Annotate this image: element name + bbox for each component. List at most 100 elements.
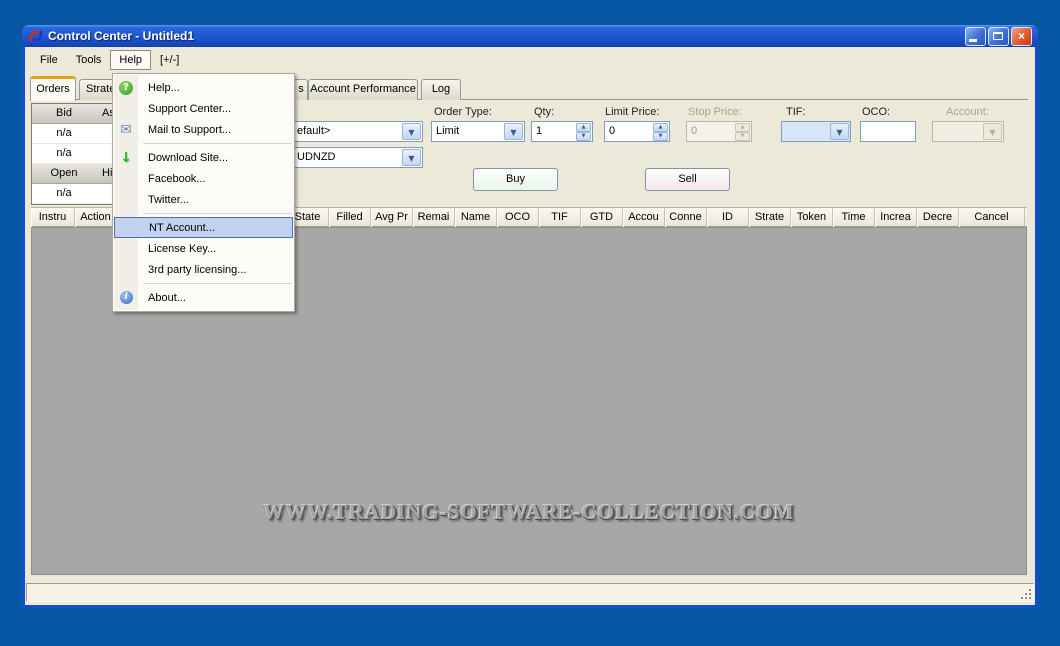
- menubar-item-tools[interactable]: Tools: [67, 50, 111, 70]
- chevron-down-icon[interactable]: ▼: [402, 123, 421, 140]
- limit-price-value: 0: [609, 125, 615, 137]
- column-header-id[interactable]: ID: [707, 208, 749, 227]
- menu-item-label: Facebook...: [148, 173, 205, 185]
- chevron-down-icon[interactable]: ▼: [504, 123, 523, 140]
- tab-account-performance[interactable]: Account Performance: [308, 79, 418, 100]
- qty-input[interactable]: 1 ▲ ▼: [531, 121, 593, 142]
- buy-button[interactable]: Buy: [473, 168, 558, 191]
- menubar-item-help[interactable]: Help: [110, 50, 151, 70]
- help-menu: ?Help... Support Center... ✉Mail to Suppor…: [112, 73, 295, 312]
- menubar-item-file[interactable]: File: [31, 50, 67, 70]
- column-header-accou[interactable]: Accou: [623, 208, 665, 227]
- tab-s[interactable]: s: [294, 79, 308, 100]
- stop-price-label: Stop Price:: [688, 106, 742, 118]
- title-bar[interactable]: Control Center - Untitled1 ×: [22, 25, 1038, 47]
- app-icon: [28, 28, 44, 44]
- window-controls: ×: [965, 27, 1034, 46]
- sell-button[interactable]: Sell: [645, 168, 730, 191]
- spinner-down-icon: ▼: [735, 132, 750, 141]
- stop-price-spinner: ▲ ▼: [735, 123, 750, 140]
- column-header-filled[interactable]: Filled: [329, 208, 371, 227]
- column-header-conne[interactable]: Conne: [665, 208, 707, 227]
- limit-price-input[interactable]: 0 ▲ ▼: [604, 121, 670, 142]
- menu-item-label: Mail to Support...: [148, 124, 231, 136]
- tif-label: TIF:: [786, 106, 806, 118]
- column-header-name[interactable]: Name: [455, 208, 497, 227]
- menu-item-label: License Key...: [148, 243, 216, 255]
- info-icon: i: [118, 290, 134, 306]
- maximize-button[interactable]: [988, 27, 1009, 46]
- instrument-list-combo[interactable]: efault> ▼: [292, 121, 423, 142]
- order-type-select[interactable]: Limit ▼: [431, 121, 525, 142]
- tab-log[interactable]: Log: [421, 79, 461, 100]
- menu-item-nt-account[interactable]: NT Account...: [114, 217, 293, 238]
- menubar: FileToolsHelp[+/-]: [25, 47, 1035, 73]
- column-header-increa[interactable]: Increa: [875, 208, 917, 227]
- close-button[interactable]: ×: [1011, 27, 1032, 46]
- market-grid-cell: n/a: [32, 124, 96, 143]
- column-header-oco[interactable]: OCO: [497, 208, 539, 227]
- menu-separator: [143, 213, 292, 214]
- column-header-gtd[interactable]: GTD: [581, 208, 623, 227]
- watermark: WWW.TRADING-SOFTWARE-COLLECTION.COM: [32, 500, 1026, 525]
- minimize-button[interactable]: [965, 27, 986, 46]
- resize-grip[interactable]: [1019, 587, 1031, 599]
- column-header-tif[interactable]: TIF: [539, 208, 581, 227]
- menu-item-download-site[interactable]: ↓Download Site...: [114, 147, 293, 168]
- column-header-token[interactable]: Token: [791, 208, 833, 227]
- column-header-avg-pr[interactable]: Avg Pr: [371, 208, 413, 227]
- instrument-value: UDNZD: [297, 151, 336, 163]
- column-header-remai[interactable]: Remai: [413, 208, 455, 227]
- market-grid-cell: Open: [32, 164, 96, 183]
- spinner-up-icon[interactable]: ▲: [653, 123, 668, 132]
- desktop: Control Center - Untitled1 × FileToolsHe…: [0, 0, 1060, 646]
- qty-label: Qty:: [534, 106, 554, 118]
- tab-orders[interactable]: Orders: [30, 76, 76, 101]
- order-type-label: Order Type:: [434, 106, 492, 118]
- chevron-down-icon[interactable]: ▼: [830, 123, 849, 140]
- qty-spinner: ▲ ▼: [576, 123, 591, 140]
- column-header-decre[interactable]: Decre: [917, 208, 959, 227]
- menu-item-label: NT Account...: [149, 222, 215, 234]
- column-header-strate[interactable]: Strate: [749, 208, 791, 227]
- window-title: Control Center - Untitled1: [48, 29, 194, 43]
- tif-select[interactable]: ▼: [781, 121, 851, 142]
- menu-item-label: Twitter...: [148, 194, 189, 206]
- menu-item-help[interactable]: ?Help...: [114, 77, 293, 98]
- spinner-down-icon[interactable]: ▼: [576, 132, 591, 141]
- market-grid-cell: n/a: [32, 144, 96, 163]
- menubar-item-item[interactable]: [+/-]: [151, 50, 188, 70]
- spinner-up-icon: ▲: [735, 123, 750, 132]
- qty-value: 1: [536, 125, 542, 137]
- stop-price-value: 0: [691, 125, 697, 137]
- market-grid-cell: n/a: [32, 184, 96, 203]
- menu-item-license-key[interactable]: License Key...: [114, 238, 293, 259]
- menu-separator: [143, 143, 292, 144]
- menu-item-twitter[interactable]: Twitter...: [114, 189, 293, 210]
- chevron-down-icon[interactable]: ▼: [402, 149, 421, 166]
- oco-input[interactable]: [860, 121, 916, 142]
- menu-item-label: 3rd party licensing...: [148, 264, 246, 276]
- menu-item-mail-to-support[interactable]: ✉Mail to Support...: [114, 119, 293, 140]
- order-type-value: Limit: [436, 125, 459, 137]
- menu-item-support-center[interactable]: Support Center...: [114, 98, 293, 119]
- menu-item-facebook[interactable]: Facebook...: [114, 168, 293, 189]
- spinner-down-icon[interactable]: ▼: [653, 132, 668, 141]
- menu-item-about[interactable]: iAbout...: [114, 287, 293, 308]
- instrument-list-value: efault>: [297, 125, 330, 137]
- menu-item-label: Download Site...: [148, 152, 228, 164]
- account-label: Account:: [946, 106, 989, 118]
- account-select: ▼: [932, 121, 1004, 142]
- column-header-instru[interactable]: Instru: [31, 208, 75, 227]
- column-header-cancel[interactable]: Cancel: [959, 208, 1025, 227]
- status-bar-panel: [26, 583, 1034, 602]
- market-grid-cell: Bid: [32, 104, 96, 123]
- instrument-combo[interactable]: UDNZD ▼: [292, 147, 423, 168]
- column-header-action[interactable]: Action: [75, 208, 117, 227]
- column-header-time[interactable]: Time: [833, 208, 875, 227]
- spinner-up-icon[interactable]: ▲: [576, 123, 591, 132]
- minimize-icon: [969, 39, 977, 42]
- menu-item-3rd-party-licensing[interactable]: 3rd party licensing...: [114, 259, 293, 280]
- limit-price-label: Limit Price:: [605, 106, 659, 118]
- menu-item-label: Support Center...: [148, 103, 231, 115]
